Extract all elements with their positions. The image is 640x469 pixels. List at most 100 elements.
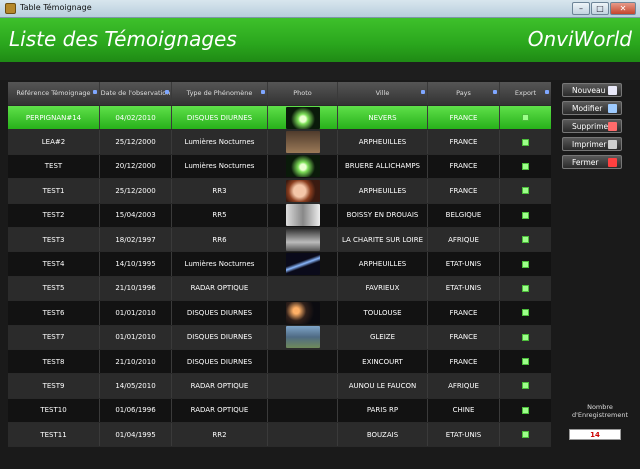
export-cell bbox=[500, 130, 551, 153]
table-row[interactable]: TEST9 14/05/2010 RADAR OPTIQUE AUNOU LE FAU… bbox=[8, 374, 551, 399]
export-checkbox[interactable] bbox=[522, 162, 529, 170]
column-header[interactable]: Type de Phénomène bbox=[172, 82, 268, 105]
sort-icon[interactable] bbox=[93, 90, 97, 94]
bw-photo bbox=[285, 228, 320, 251]
export-checkbox[interactable] bbox=[522, 358, 529, 366]
photo-cell bbox=[268, 106, 338, 130]
alien-photo bbox=[285, 179, 320, 202]
column-header[interactable]: Ville bbox=[338, 82, 428, 105]
new-icon bbox=[608, 86, 617, 95]
cell-city: BOISSY EN DROUAIS bbox=[338, 203, 428, 227]
cell-date: 01/06/1996 bbox=[100, 398, 172, 423]
cell-type: Lumières Nocturnes bbox=[172, 130, 268, 154]
export-checkbox[interactable] bbox=[522, 138, 529, 146]
column-header[interactable]: Date de l'observation bbox=[100, 82, 172, 105]
photo-cell bbox=[268, 398, 338, 423]
export-checkbox[interactable] bbox=[522, 187, 529, 195]
ufo-light-photo bbox=[285, 106, 320, 129]
cell-date: 21/10/1996 bbox=[100, 276, 172, 301]
sort-icon[interactable] bbox=[165, 90, 169, 94]
print-button[interactable]: Imprimer bbox=[562, 137, 622, 151]
page-header: Liste des Témoignages OnviWorld bbox=[0, 18, 640, 62]
export-cell bbox=[500, 204, 551, 227]
close-button[interactable]: Fermer bbox=[562, 155, 622, 169]
export-checkbox[interactable] bbox=[522, 236, 529, 244]
table-row[interactable]: LEA#2 25/12/2000 Lumières Nocturnes ARPHEUI… bbox=[8, 130, 551, 155]
export-cell bbox=[500, 155, 551, 178]
table-row[interactable]: TEST10 01/06/1996 RADAR OPTIQUE PARIS RP CHI… bbox=[8, 398, 551, 424]
cell-date: 01/01/2010 bbox=[100, 325, 172, 349]
button-label: Imprimer bbox=[572, 139, 607, 149]
close-window-button[interactable]: ✕ bbox=[610, 2, 636, 15]
cell-ref: TEST3 bbox=[8, 227, 100, 252]
table-row[interactable]: TEST4 14/10/1995 Lumières Nocturnes ARPHEUI… bbox=[8, 252, 551, 277]
table-row[interactable]: TEST1 25/12/2000 RR3 ARPHEUILLES FRANCE bbox=[8, 179, 551, 204]
column-header[interactable]: Export bbox=[500, 82, 551, 105]
export-checkbox[interactable] bbox=[522, 333, 529, 341]
table-row[interactable]: TEST 20/12/2000 Lumières Nocturnes BRUERE A… bbox=[8, 154, 551, 180]
export-checkbox[interactable] bbox=[522, 114, 529, 122]
button-label: Nouveau bbox=[572, 85, 606, 95]
photo-cell bbox=[268, 374, 338, 398]
button-label: Supprimer bbox=[572, 121, 612, 131]
column-header[interactable]: Pays bbox=[428, 82, 500, 105]
photo-cell bbox=[268, 179, 338, 203]
table-row[interactable]: TEST7 01/01/2010 DISQUES DIURNES GLEIZE FRAN… bbox=[8, 325, 551, 350]
export-checkbox[interactable] bbox=[522, 382, 529, 390]
photo-cell bbox=[268, 325, 338, 349]
table-row[interactable]: TEST2 15/04/2003 RR5 BOISSY EN DROUAIS BELGI… bbox=[8, 203, 551, 228]
cell-country: FRANCE bbox=[428, 325, 500, 349]
cell-city: ARPHEUILLES bbox=[338, 130, 428, 154]
sort-icon[interactable] bbox=[261, 90, 265, 94]
photo-cell bbox=[268, 301, 338, 325]
cell-city: AUNOU LE FAUCON bbox=[338, 374, 428, 398]
table-row[interactable]: TEST3 18/02/1997 RR6 LA CHARITE SUR LOIRE AF… bbox=[8, 227, 551, 253]
column-header[interactable]: Référence Témoignage bbox=[8, 82, 100, 105]
export-checkbox[interactable] bbox=[522, 284, 529, 292]
record-count-label: Nombre d'Enregistrement bbox=[571, 403, 629, 419]
new-button[interactable]: Nouveau bbox=[562, 83, 622, 97]
photo-cell bbox=[268, 227, 338, 252]
ufo-light-photo bbox=[285, 155, 320, 178]
table-row[interactable]: PERPIGNAN#14 04/02/2010 DISQUES DIURNES NEV… bbox=[8, 106, 551, 131]
edit-button[interactable]: Modifier bbox=[562, 101, 622, 115]
export-checkbox[interactable] bbox=[522, 406, 529, 414]
table-row[interactable]: TEST11 01/04/1995 RR2 BOUZAIS ETAT-UNIS bbox=[8, 423, 551, 448]
export-checkbox[interactable] bbox=[522, 260, 529, 268]
export-checkbox[interactable] bbox=[522, 309, 529, 317]
table-row[interactable]: TEST5 21/10/1996 RADAR OPTIQUE FAVRIEUX ETAT… bbox=[8, 276, 551, 302]
photo-cell bbox=[268, 154, 338, 179]
cell-city: GLEIZE bbox=[338, 325, 428, 349]
export-cell bbox=[500, 423, 551, 446]
page-title: Liste des Témoignages bbox=[9, 27, 237, 51]
cell-ref: LEA#2 bbox=[8, 130, 100, 154]
sort-icon[interactable] bbox=[493, 90, 497, 94]
cell-ref: TEST8 bbox=[8, 349, 100, 374]
night-photo bbox=[285, 301, 320, 324]
table-row[interactable]: TEST8 21/10/2010 DISQUES DIURNES EXINCOURT F… bbox=[8, 349, 551, 375]
cell-date: 15/04/2003 bbox=[100, 203, 172, 227]
photo-cell bbox=[268, 349, 338, 374]
print-icon bbox=[608, 140, 617, 149]
export-checkbox[interactable] bbox=[522, 431, 529, 439]
cell-type: RADAR OPTIQUE bbox=[172, 398, 268, 423]
maximize-button[interactable]: □ bbox=[591, 2, 609, 15]
cell-date: 21/10/2010 bbox=[100, 349, 172, 374]
window-controls: – □ ✕ bbox=[572, 2, 636, 15]
sort-icon[interactable] bbox=[421, 90, 425, 94]
column-header[interactable]: Photo bbox=[268, 82, 338, 105]
cell-ref: TEST4 bbox=[8, 252, 100, 276]
export-cell bbox=[500, 252, 551, 275]
delete-button[interactable]: Supprimer bbox=[562, 119, 622, 133]
button-label: Fermer bbox=[572, 157, 599, 167]
cell-type: DISQUES DIURNES bbox=[172, 349, 268, 374]
export-checkbox[interactable] bbox=[522, 211, 529, 219]
cell-date: 25/12/2000 bbox=[100, 179, 172, 203]
sort-icon[interactable] bbox=[545, 90, 549, 94]
cell-country: ETAT-UNIS bbox=[428, 252, 500, 276]
cell-country: FRANCE bbox=[428, 179, 500, 203]
cell-type: RADAR OPTIQUE bbox=[172, 276, 268, 301]
table-row[interactable]: TEST6 01/01/2010 DISQUES DIURNES TOULOUSE FR… bbox=[8, 301, 551, 326]
minimize-button[interactable]: – bbox=[572, 2, 590, 15]
photo-cell bbox=[268, 252, 338, 276]
